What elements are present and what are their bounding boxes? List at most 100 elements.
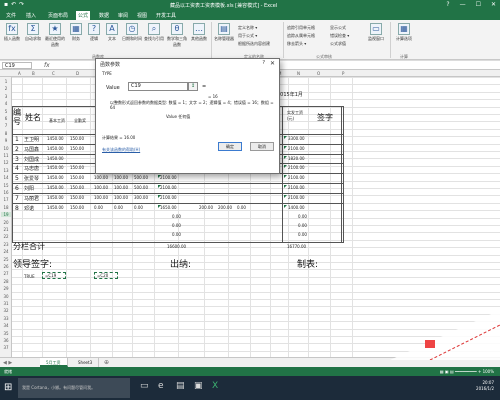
cell-name[interactable]: 刘国成 (24, 156, 39, 163)
cell-col-g[interactable]: 300.00 (134, 195, 148, 200)
cell-col-e[interactable]: 0.00 (94, 205, 103, 210)
row-header-5[interactable]: 5 (1, 109, 11, 114)
cell-col-g[interactable]: 500.00 (134, 175, 148, 180)
autosum-button[interactable]: Σ 自动求和 (24, 23, 42, 42)
cancel-button[interactable]: 取消 (250, 142, 274, 151)
show-formulas-button[interactable]: 显示公式 (330, 25, 346, 31)
define-name-button[interactable]: 定义名称 ▾ (238, 25, 257, 31)
cell-col-f[interactable]: 100.00 (114, 195, 128, 200)
insert-function-button[interactable]: fx 插入函数 (3, 23, 21, 42)
row-header-37[interactable]: 37 (1, 345, 11, 350)
system-tray-clock[interactable]: 20:07 2016/1/2 (476, 380, 494, 392)
row-header-21[interactable]: 21 (1, 227, 11, 232)
cell-name[interactable]: 王卫明 (24, 136, 39, 143)
close-icon[interactable]: ✕ (491, 1, 496, 8)
cell-actual-pay[interactable]: 2100.00 (288, 165, 305, 170)
cell-bonus[interactable]: 150.00 (70, 205, 84, 210)
tab-developer[interactable]: 开发工具 (154, 12, 178, 19)
row-header-11[interactable]: 11 (1, 153, 11, 158)
column-header-b[interactable]: B (32, 71, 35, 76)
remove-arrows-button[interactable]: 移去箭头 ▾ (287, 41, 306, 47)
row-header-24[interactable]: 24 (1, 249, 11, 254)
row-header-34[interactable]: 34 (1, 323, 11, 328)
column-header-n[interactable]: N (297, 71, 300, 76)
more-functions-button[interactable]: … 其他函数 (190, 23, 208, 42)
row-header-6[interactable]: 6 (1, 116, 11, 121)
close-icon[interactable]: ✕ (270, 60, 275, 67)
windows-start-icon[interactable]: ⊞ (4, 382, 12, 393)
tab-page-layout[interactable]: 页面布局 (46, 12, 70, 19)
cell-col-g[interactable]: 0.00 (134, 205, 143, 210)
trace-precedents-button[interactable]: 追踪引用单元格 (287, 25, 315, 31)
cell-base-salary[interactable]: 1450.00 (47, 175, 64, 180)
store-icon[interactable]: ▣ (194, 381, 203, 391)
undo-icon[interactable]: ↶ (11, 1, 16, 8)
text-functions-button[interactable]: A 文本 (104, 23, 120, 42)
cell-bonus[interactable]: 150.00 (70, 185, 84, 190)
cell-col-g[interactable]: 500.00 (134, 185, 148, 190)
cell-base-salary[interactable]: 1450.00 (47, 156, 64, 161)
row-header-15[interactable]: 15 (1, 183, 11, 188)
task-view-icon[interactable]: ▭ (140, 381, 149, 391)
cell-gross-extra[interactable]: 0.00 (172, 223, 181, 228)
row-header-33[interactable]: 33 (1, 316, 11, 321)
cell-base-salary[interactable]: 1450.00 (47, 205, 64, 210)
cell-id[interactable]: 7 (15, 195, 19, 202)
cell-name[interactable]: 马丽君 (24, 195, 39, 202)
row-header-9[interactable]: 9 (1, 138, 11, 143)
row-header-30[interactable]: 30 (1, 294, 11, 299)
lookup-reference-button[interactable]: ⌕ 查找与引用 (144, 23, 164, 42)
cell-actual-pay[interactable]: 3300.00 (288, 136, 305, 141)
fx-icon[interactable]: fx (44, 62, 50, 69)
cell-bonus[interactable]: 150.00 (70, 195, 84, 200)
cell-gross[interactable]: 1650.00 (160, 205, 177, 210)
create-from-selection-button[interactable]: 根据所选内容创建 (238, 41, 270, 47)
cell-col-f[interactable]: 100.00 (114, 185, 128, 190)
cell-base-salary[interactable]: 1450.00 (47, 165, 64, 170)
cortana-search-box[interactable]: 我是 Cortana，小娜。有问题尽管问我。 (18, 378, 130, 398)
row-header-27[interactable]: 27 (1, 271, 11, 276)
maximize-icon[interactable]: ☐ (476, 1, 481, 8)
help-icon[interactable]: ? (262, 60, 265, 66)
cell-bonus[interactable]: 150.00 (70, 165, 84, 170)
cell-col-m[interactable]: 200.00 (218, 205, 232, 210)
recent-functions-button[interactable]: ★ 最近使用的函数 (45, 23, 65, 48)
row-header-26[interactable]: 26 (1, 264, 11, 269)
cell-base-salary[interactable]: 1450.00 (47, 195, 64, 200)
row-header-14[interactable]: 14 (1, 175, 11, 180)
row-header-31[interactable]: 31 (1, 301, 11, 306)
minimize-icon[interactable]: — (460, 1, 466, 8)
cell-col-e[interactable]: 100.00 (94, 195, 108, 200)
error-checking-button[interactable]: 错误检查 ▾ (330, 33, 349, 39)
ok-button[interactable]: 确定 (218, 142, 242, 151)
column-header-c[interactable]: C (52, 71, 55, 76)
cell-actual-pay[interactable]: 2100.00 (288, 146, 305, 151)
cell-col-l[interactable]: 200.00 (199, 205, 213, 210)
column-header-d[interactable]: D (76, 71, 79, 76)
row-header-22[interactable]: 22 (1, 234, 11, 239)
cell-gross-extra[interactable]: 0.00 (172, 232, 181, 237)
cell-bonus[interactable]: 150.00 (70, 136, 84, 141)
active-cell-c19[interactable]: =C19 (42, 272, 66, 279)
sheet-tab-may-salary[interactable]: 5月工资 (40, 358, 68, 367)
row-header-1[interactable]: 1 (1, 79, 11, 84)
cell-actual-pay[interactable]: 1820.00 (288, 156, 305, 161)
row-header-32[interactable]: 32 (1, 308, 11, 313)
row-header-19[interactable]: 19 (1, 212, 11, 218)
tab-insert[interactable]: 插入 (24, 12, 38, 19)
row-header-16[interactable]: 16 (1, 190, 11, 195)
cell-base-salary[interactable]: 1450.00 (47, 136, 64, 141)
row-header-36[interactable]: 36 (1, 338, 11, 343)
name-manager-button[interactable]: ▤ 名称管理器 (214, 23, 234, 42)
cell-actual-pay[interactable]: 1400.00 (288, 205, 305, 210)
evaluate-formula-button[interactable]: 公式求值 (330, 41, 346, 47)
use-in-formula-button[interactable]: 用于公式 ▾ (238, 33, 257, 39)
logical-button[interactable]: ? 逻辑 (86, 23, 102, 42)
cell-col-e[interactable]: 100.00 (94, 185, 108, 190)
row-header-2[interactable]: 2 (1, 86, 11, 91)
sheet-tab-sheet3[interactable]: Sheet3 (72, 358, 100, 367)
cell-b19[interactable]: TRUE (24, 274, 35, 279)
tab-file[interactable]: 文件 (4, 12, 18, 19)
cell-gross[interactable]: 2100.00 (160, 175, 177, 180)
cell-col-e[interactable]: 100.00 (94, 175, 108, 180)
